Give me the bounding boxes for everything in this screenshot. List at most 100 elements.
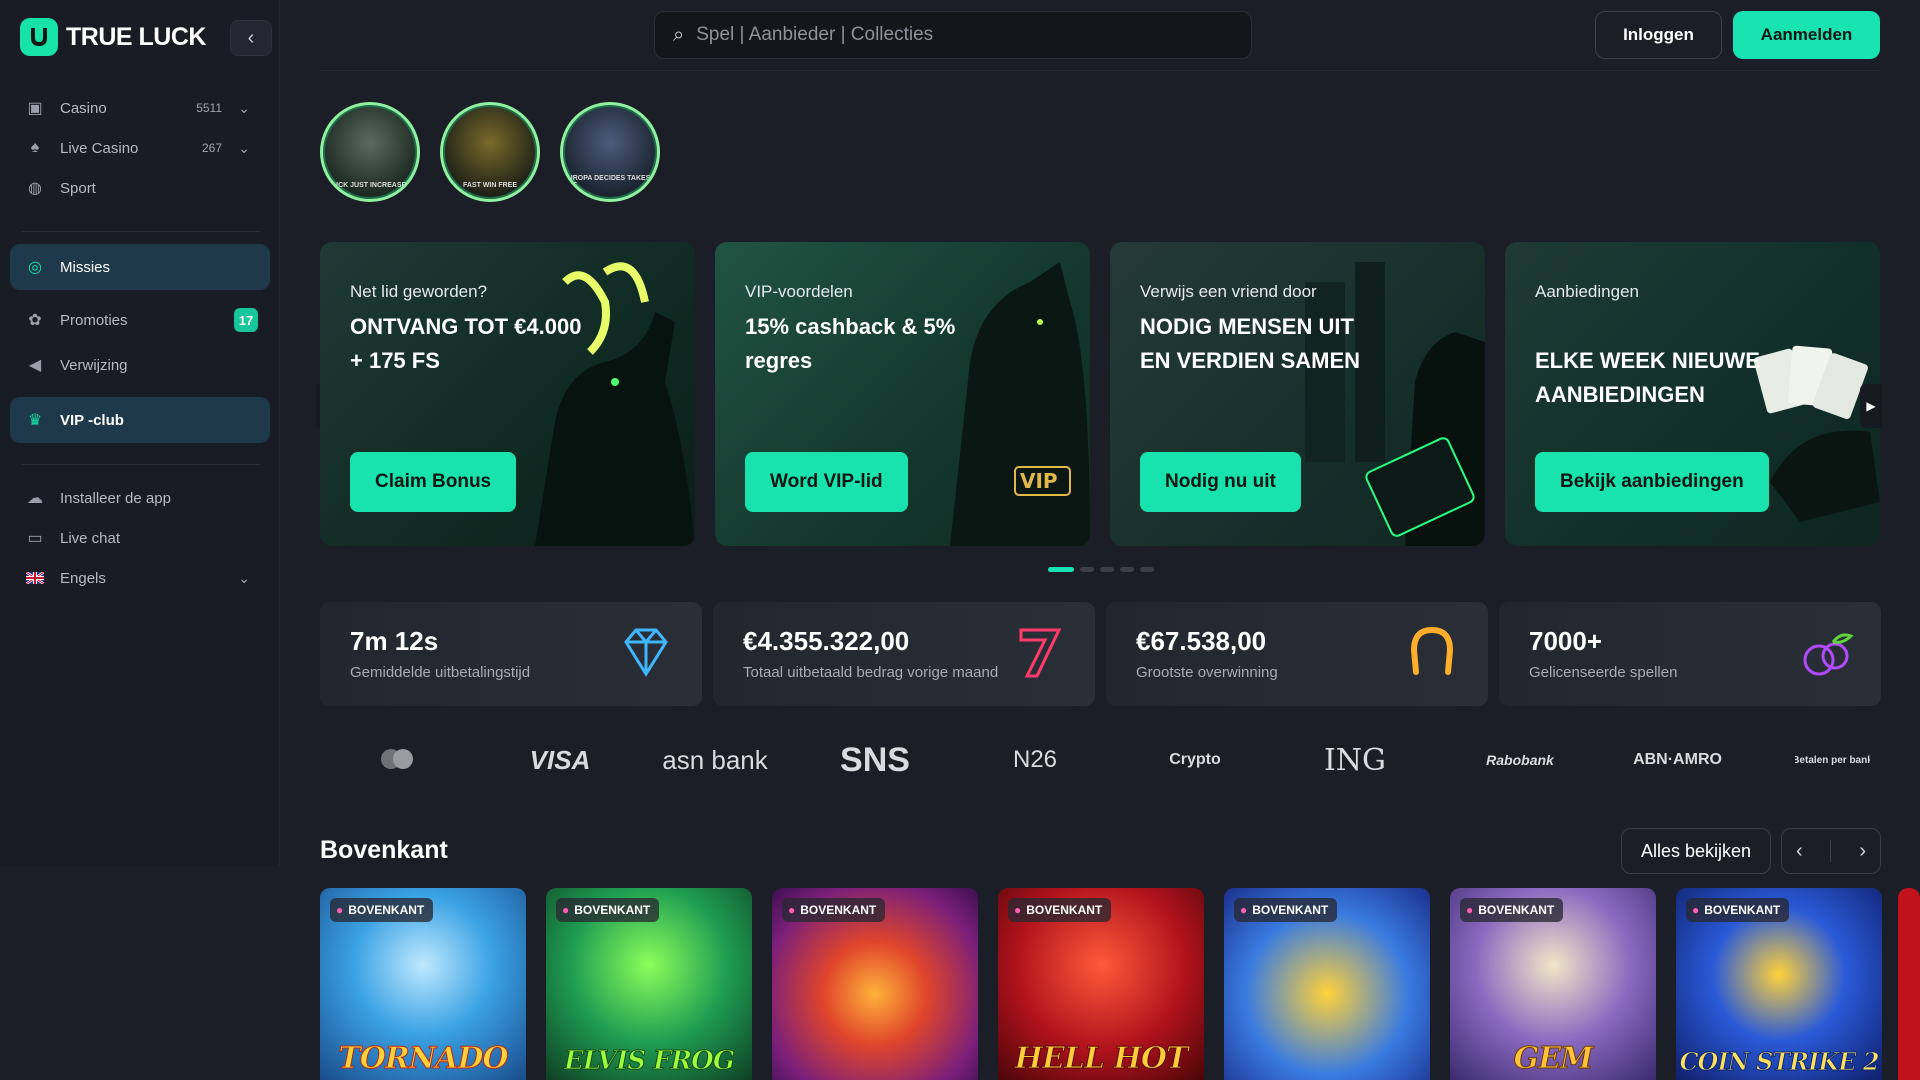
sidebar: TRUE LUCK ‹ ▣ Casino 5511 ⌄ ♠ Live Casin… bbox=[0, 0, 280, 866]
sidebar-item-label: Live chat bbox=[60, 529, 121, 547]
payment-logo-visa: VISA bbox=[529, 744, 591, 775]
carousel-dot[interactable] bbox=[1100, 567, 1114, 572]
uk-flag-icon bbox=[24, 567, 46, 589]
ball-icon: ◍ bbox=[28, 180, 42, 197]
sidebar-item-label: Sport bbox=[60, 179, 96, 197]
promo-kicker: Verwijs een vriend door bbox=[1140, 282, 1317, 301]
claim-bonus-button[interactable]: Claim Bonus bbox=[350, 452, 517, 512]
game-tile-partial[interactable] bbox=[1898, 888, 1920, 1080]
sidebar-item-label: Verwijzing bbox=[60, 356, 128, 374]
sidebar-item-label: Installeer de app bbox=[60, 489, 171, 507]
megaphone-icon: ◀ bbox=[28, 357, 42, 374]
flame-icon: ● bbox=[1014, 903, 1022, 917]
game-tag-label: BOVENKANT bbox=[574, 903, 651, 917]
logo-text: TRUE LUCK bbox=[66, 22, 206, 51]
sidebar-item-missies[interactable]: ◎ Missies bbox=[10, 244, 270, 290]
view-offers-button[interactable]: Bekijk aanbiedingen bbox=[1535, 452, 1769, 512]
chevron-down-icon[interactable]: ⌄ bbox=[238, 140, 250, 157]
story-caption: LUCK JUST INCREASED bbox=[328, 182, 412, 189]
stat-label: Gelicenseerde spellen bbox=[1529, 664, 1678, 681]
game-title: ELVIS FROG bbox=[563, 1046, 735, 1077]
story-2[interactable]: FAST WIN FREE bbox=[440, 102, 540, 202]
flame-icon: ● bbox=[562, 903, 570, 917]
logo[interactable]: TRUE LUCK bbox=[20, 18, 206, 56]
story-caption: FAST WIN FREE bbox=[462, 182, 518, 189]
sidebar-item-live-casino[interactable]: ♠ Live Casino 267 ⌄ bbox=[10, 128, 270, 168]
game-tag: ● BOVENKANT bbox=[330, 898, 434, 922]
carousel-dot[interactable] bbox=[1140, 567, 1154, 572]
payment-logo-mastercard bbox=[370, 742, 424, 778]
game-tag: ● BOVENKANT bbox=[782, 898, 886, 922]
chevron-down-icon[interactable]: ⌄ bbox=[238, 100, 250, 117]
game-tile-elvis-frog[interactable]: ● BOVENKANT ELVIS FROG bbox=[546, 888, 752, 1080]
sidebar-item-label: Live Casino bbox=[60, 139, 139, 157]
search-input[interactable]: ⌕ Spel | Aanbieder | Collecties bbox=[654, 11, 1252, 59]
promo-headline: ONTVANG TOT €4.000 + 175 FS bbox=[350, 314, 582, 373]
language-label: Engels bbox=[60, 569, 106, 587]
dark-horse-image: VIP bbox=[950, 262, 1090, 546]
game-tile-volcano[interactable]: ● BOVENKANT bbox=[772, 888, 978, 1080]
promo-kicker: VIP-voordelen bbox=[745, 282, 853, 301]
promo-card-bonus[interactable]: Net lid geworden? ONTVANG TOT €4.000 + 1… bbox=[320, 242, 695, 546]
carousel-next-button[interactable]: ▶ bbox=[1860, 384, 1882, 428]
sidebar-item-verwijzing[interactable]: ◀ Verwijzing bbox=[10, 345, 270, 385]
game-title: TORNADO bbox=[338, 1041, 509, 1077]
flame-icon: ● bbox=[1692, 903, 1700, 917]
view-all-button[interactable]: Alles bekijken bbox=[1621, 828, 1771, 874]
payment-logo-n26: N26 bbox=[1012, 746, 1058, 773]
sidebar-item-label: Promoties bbox=[60, 311, 128, 329]
collapse-sidebar-button[interactable]: ‹ bbox=[230, 20, 272, 56]
game-tile-hell-hot[interactable]: ● BOVENKANT HELL HOT bbox=[998, 888, 1204, 1080]
login-button[interactable]: Inloggen bbox=[1595, 11, 1722, 59]
game-title: GEM bbox=[1513, 1041, 1594, 1077]
game-tile-coin-strike-2[interactable]: ● BOVENKANT COIN STRIKE 2 bbox=[1676, 888, 1882, 1080]
game-tag: ● BOVENKANT bbox=[1460, 898, 1564, 922]
sidebar-item-install-app[interactable]: ☁ Installeer de app bbox=[10, 478, 270, 518]
game-tile-tornado[interactable]: ● BOVENKANT TORNADO bbox=[320, 888, 526, 1080]
diamond-icon bbox=[624, 628, 668, 677]
chevron-left-icon[interactable]: ‹ bbox=[1796, 840, 1803, 863]
sidebar-item-promoties[interactable]: ✿ Promoties 17 bbox=[10, 300, 270, 340]
carousel-dot[interactable] bbox=[1048, 567, 1074, 572]
become-vip-button[interactable]: Word VIP-lid bbox=[745, 452, 908, 512]
horse-rider-image bbox=[535, 262, 695, 546]
payment-logo-abn-amro: ABN·AMRO bbox=[1633, 751, 1722, 768]
game-tile-piggy[interactable]: ● BOVENKANT bbox=[1224, 888, 1430, 1080]
cloud-download-icon: ☁ bbox=[27, 490, 43, 507]
game-tile-gem[interactable]: ● BOVENKANT GEM bbox=[1450, 888, 1656, 1080]
language-selector[interactable]: Engels ⌄ bbox=[10, 558, 270, 598]
flame-icon: ● bbox=[336, 903, 344, 917]
carousel-dot[interactable] bbox=[1120, 567, 1134, 572]
stat-value: €4.355.322,00 bbox=[743, 626, 910, 656]
promo-card-referral[interactable]: Verwijs een vriend door NODIG MENSEN UIT… bbox=[1110, 242, 1485, 546]
stat-card-total-paid: €4.355.322,00 Totaal uitbetaald bedrag v… bbox=[713, 602, 1095, 706]
promo-kicker: Aanbiedingen bbox=[1535, 282, 1639, 301]
signup-button[interactable]: Aanmelden bbox=[1733, 11, 1880, 59]
story-caption: EUROPA DECIDES TAKES THE bbox=[563, 175, 651, 189]
sidebar-item-label: VIP -club bbox=[60, 411, 124, 429]
promo-kicker: Net lid geworden? bbox=[350, 282, 488, 301]
item-count: 5511 bbox=[196, 101, 222, 115]
game-tag-label: BOVENKANT bbox=[1478, 903, 1555, 917]
spade-icon: ♠ bbox=[30, 139, 40, 156]
sidebar-item-live-chat[interactable]: ▭ Live chat bbox=[10, 518, 270, 558]
story-1[interactable]: LUCK JUST INCREASED bbox=[320, 102, 420, 202]
carousel-dot[interactable] bbox=[1080, 567, 1094, 572]
invite-now-button[interactable]: Nodig nu uit bbox=[1140, 452, 1301, 512]
promo-card-offers[interactable]: Aanbiedingen ELKE WEEK NIEUWE AANBIEDING… bbox=[1505, 242, 1880, 546]
game-tag: ● BOVENKANT bbox=[1686, 898, 1790, 922]
sidebar-item-casino[interactable]: ▣ Casino 5511 ⌄ bbox=[10, 88, 270, 128]
nav-primary: ▣ Casino 5511 ⌄ ♠ Live Casino 267 ⌄ ◍ Sp… bbox=[10, 88, 270, 208]
sidebar-item-sport[interactable]: ◍ Sport bbox=[10, 168, 270, 208]
chevron-right-icon[interactable]: › bbox=[1859, 840, 1866, 863]
promo-card-vip[interactable]: VIP VIP-voordelen 15% cashback & 5% regr… bbox=[715, 242, 1090, 546]
promo-headline: NODIG MENSEN UIT EN VERDIEN SAMEN bbox=[1140, 314, 1361, 373]
sidebar-divider bbox=[22, 464, 260, 465]
nav-tertiary: ☁ Installeer de app ▭ Live chat Engels ⌄ bbox=[10, 478, 270, 598]
stat-value: 7000+ bbox=[1529, 626, 1603, 656]
story-3[interactable]: EUROPA DECIDES TAKES THE bbox=[560, 102, 660, 202]
slot-machine-icon: ▣ bbox=[27, 100, 43, 117]
game-tag-label: BOVENKANT bbox=[1026, 903, 1103, 917]
sidebar-item-vip-club[interactable]: ♛ VIP -club bbox=[10, 397, 270, 443]
chevron-down-icon[interactable]: ⌄ bbox=[238, 570, 250, 587]
